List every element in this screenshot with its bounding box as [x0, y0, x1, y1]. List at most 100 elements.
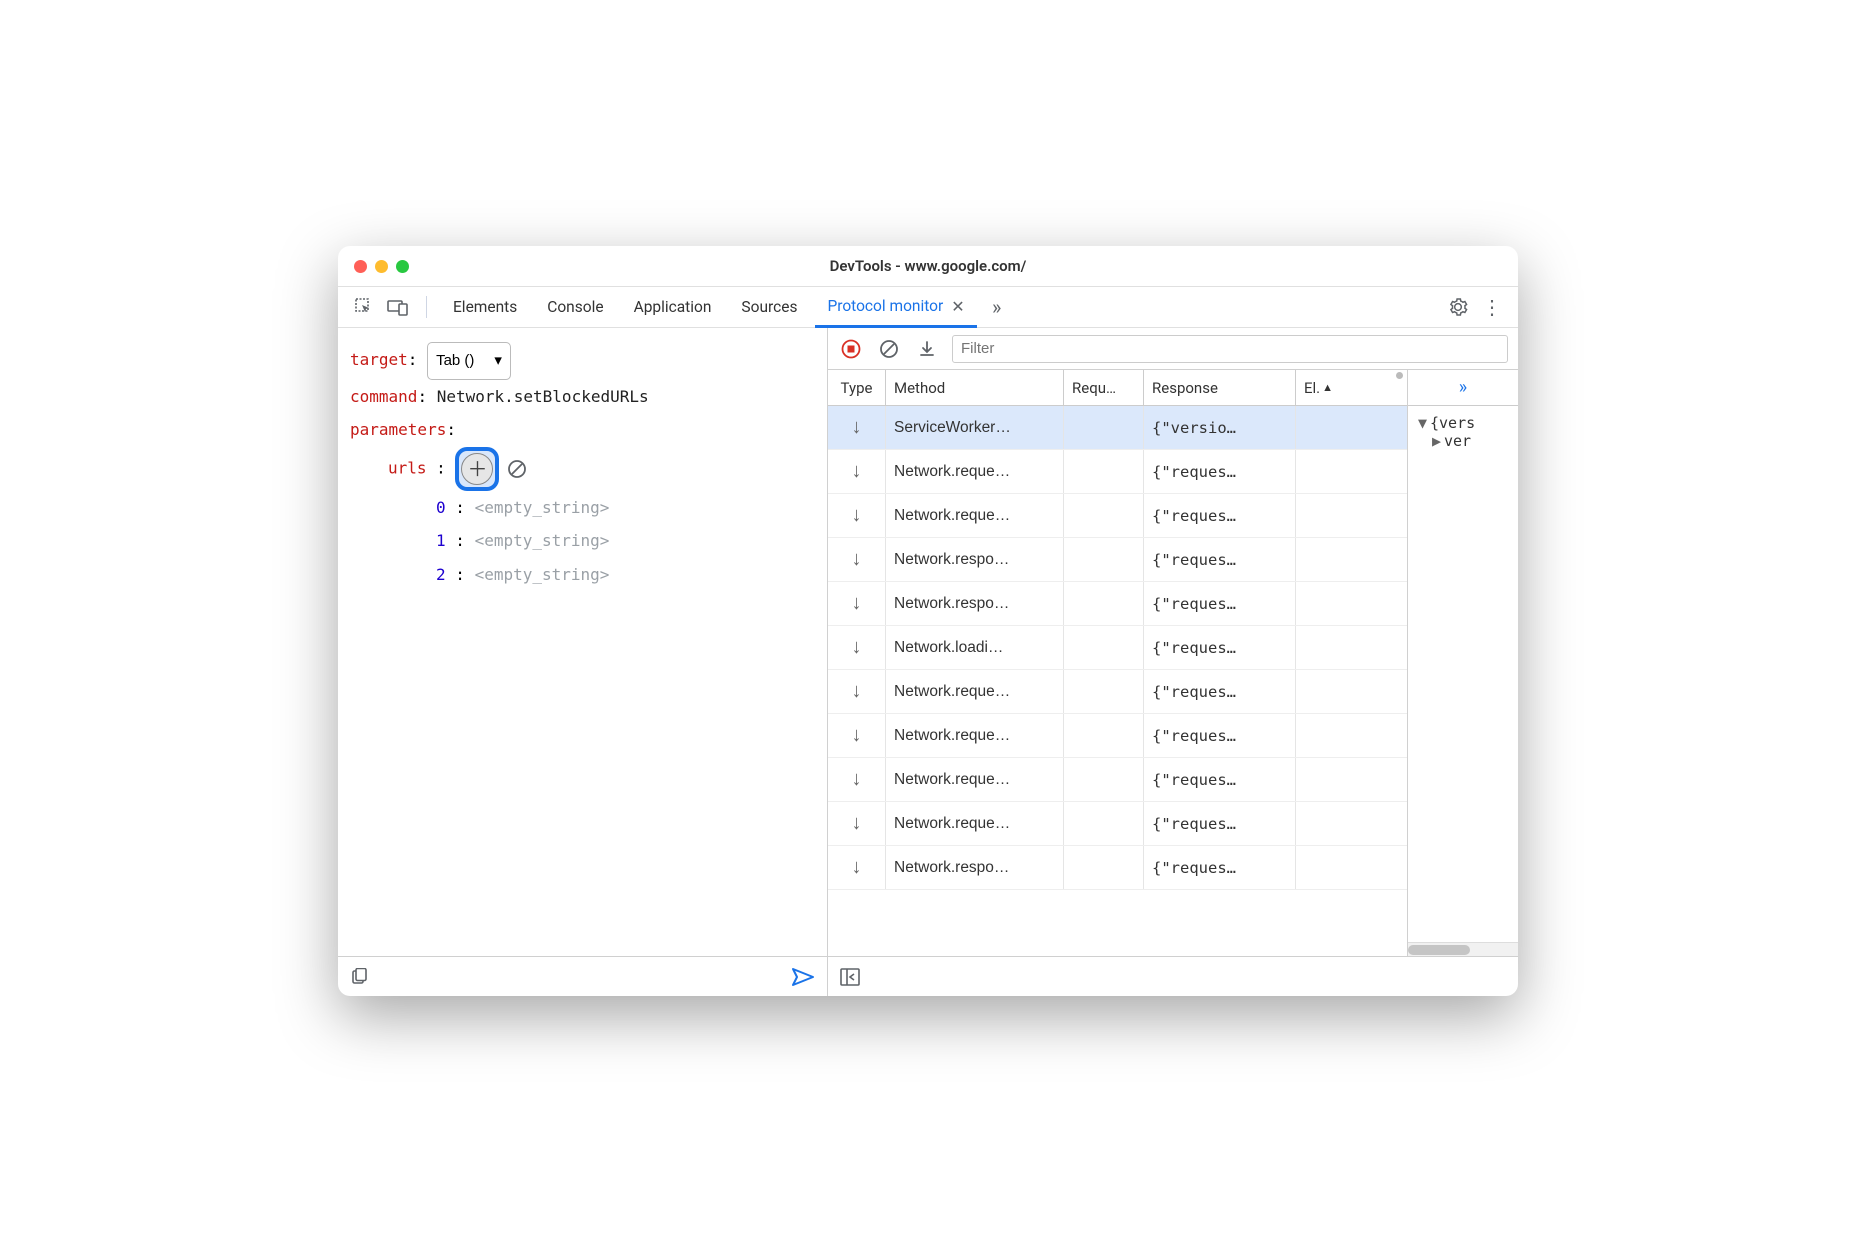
- url-item[interactable]: 1 : <empty_string>: [350, 524, 815, 558]
- scroll-indicator: [1396, 372, 1403, 379]
- close-window-button[interactable]: [354, 260, 367, 273]
- row-direction-icon: ↓: [828, 626, 886, 669]
- h-scrollbar[interactable]: [1408, 942, 1518, 956]
- details-pane: » ▼{vers ▶ver: [1408, 370, 1518, 956]
- log-body: Type Method Requ… Response El.▲ ↓Service…: [828, 370, 1518, 956]
- row-direction-icon: ↓: [828, 450, 886, 493]
- table-row[interactable]: ↓Network.reque…{"reques…: [828, 670, 1407, 714]
- col-response[interactable]: Response: [1144, 370, 1296, 405]
- command-label: command: [350, 387, 417, 406]
- main-toolbar: Elements Console Application Sources Pro…: [338, 286, 1518, 328]
- row-method: Network.respo…: [886, 538, 1064, 581]
- parameters-label: parameters: [350, 420, 446, 439]
- devtools-window: DevTools - www.google.com/ Elements Cons…: [338, 246, 1518, 996]
- col-elapsed[interactable]: El.▲: [1296, 370, 1407, 405]
- row-direction-icon: ↓: [828, 494, 886, 537]
- tab-protocol-monitor[interactable]: Protocol monitor ✕: [815, 288, 976, 328]
- scroll-thumb[interactable]: [1408, 945, 1470, 955]
- row-request: [1064, 582, 1144, 625]
- url-item[interactable]: 0 : <empty_string>: [350, 491, 815, 525]
- row-elapsed: [1296, 450, 1407, 493]
- row-direction-icon: ↓: [828, 846, 886, 889]
- row-response: {"reques…: [1144, 450, 1296, 493]
- col-request[interactable]: Requ…: [1064, 370, 1144, 405]
- more-tabs-icon[interactable]: »: [983, 293, 1011, 321]
- minimize-window-button[interactable]: [375, 260, 388, 273]
- row-elapsed: [1296, 626, 1407, 669]
- device-toggle-icon[interactable]: [384, 293, 412, 321]
- download-icon[interactable]: [914, 336, 940, 362]
- row-elapsed: [1296, 582, 1407, 625]
- urls-label: urls: [388, 458, 427, 477]
- table-row[interactable]: ↓Network.respo…{"reques…: [828, 538, 1407, 582]
- col-method[interactable]: Method: [886, 370, 1064, 405]
- urls-row: urls : ＋: [350, 447, 815, 491]
- table-row[interactable]: ↓ServiceWorker…{"versio…: [828, 406, 1407, 450]
- inspect-icon[interactable]: [350, 293, 378, 321]
- row-elapsed: [1296, 846, 1407, 889]
- clear-urls-button[interactable]: [505, 457, 529, 481]
- target-select[interactable]: Tab () ▾: [427, 342, 511, 380]
- left-footer: [338, 956, 827, 996]
- filter-input[interactable]: [952, 335, 1508, 363]
- row-response: {"reques…: [1144, 582, 1296, 625]
- row-method: Network.reque…: [886, 494, 1064, 537]
- tab-console[interactable]: Console: [535, 287, 615, 327]
- row-method: Network.respo…: [886, 582, 1064, 625]
- row-direction-icon: ↓: [828, 802, 886, 845]
- copy-icon[interactable]: [350, 968, 368, 986]
- more-tabs-icon[interactable]: »: [1459, 377, 1467, 398]
- kebab-menu-icon[interactable]: ⋮: [1478, 293, 1506, 321]
- command-editor-panel: target: Tab () ▾ command: Network.setBlo…: [338, 328, 828, 996]
- row-request: [1064, 714, 1144, 757]
- row-response: {"reques…: [1144, 538, 1296, 581]
- log-toolbar: [828, 328, 1518, 370]
- table-row[interactable]: ↓Network.respo…{"reques…: [828, 582, 1407, 626]
- maximize-window-button[interactable]: [396, 260, 409, 273]
- url-item[interactable]: 2 : <empty_string>: [350, 558, 815, 592]
- row-elapsed: [1296, 758, 1407, 801]
- row-elapsed: [1296, 802, 1407, 845]
- send-command-button[interactable]: [791, 967, 815, 987]
- tab-elements[interactable]: Elements: [441, 287, 529, 327]
- col-type[interactable]: Type: [828, 370, 886, 405]
- table-row[interactable]: ↓Network.loadi…{"reques…: [828, 626, 1407, 670]
- toolbar-divider: [426, 296, 427, 318]
- sort-asc-icon: ▲: [1322, 381, 1333, 394]
- close-tab-icon[interactable]: ✕: [951, 297, 964, 316]
- row-elapsed: [1296, 714, 1407, 757]
- table-row[interactable]: ↓Network.reque… {"reques…: [828, 494, 1407, 538]
- row-request: [1064, 406, 1144, 449]
- row-method: ServiceWorker…: [886, 406, 1064, 449]
- titlebar: DevTools - www.google.com/: [338, 246, 1518, 286]
- details-tabs[interactable]: »: [1408, 370, 1518, 406]
- target-label: target: [350, 350, 408, 369]
- row-method: Network.loadi…: [886, 626, 1064, 669]
- row-method: Network.respo…: [886, 846, 1064, 889]
- content-area: target: Tab () ▾ command: Network.setBlo…: [338, 328, 1518, 996]
- details-body: ▼{vers ▶ver: [1408, 406, 1518, 942]
- tab-application[interactable]: Application: [622, 287, 724, 327]
- table-row[interactable]: ↓Network.respo…{"reques…: [828, 846, 1407, 890]
- row-direction-icon: ↓: [828, 714, 886, 757]
- table-row[interactable]: ↓Network.reque…{"reques…: [828, 450, 1407, 494]
- row-response: {"reques…: [1144, 494, 1296, 537]
- row-request: [1064, 494, 1144, 537]
- toggle-sidebar-icon[interactable]: [840, 968, 860, 986]
- tab-sources[interactable]: Sources: [729, 287, 809, 327]
- clear-log-button[interactable]: [876, 336, 902, 362]
- settings-icon[interactable]: [1444, 293, 1472, 321]
- json-child[interactable]: ▶ver: [1418, 432, 1512, 450]
- command-row: command: Network.setBlockedURLs: [350, 380, 815, 414]
- table-row[interactable]: ↓Network.reque…{"reques…: [828, 714, 1407, 758]
- row-request: [1064, 670, 1144, 713]
- row-elapsed: [1296, 494, 1407, 537]
- row-request: [1064, 802, 1144, 845]
- add-url-button[interactable]: ＋: [455, 447, 499, 491]
- json-root[interactable]: ▼{vers: [1418, 414, 1512, 432]
- row-elapsed: [1296, 670, 1407, 713]
- table-row[interactable]: ↓Network.reque…{"reques…: [828, 802, 1407, 846]
- row-request: [1064, 538, 1144, 581]
- table-row[interactable]: ↓Network.reque…{"reques…: [828, 758, 1407, 802]
- record-button[interactable]: [838, 336, 864, 362]
